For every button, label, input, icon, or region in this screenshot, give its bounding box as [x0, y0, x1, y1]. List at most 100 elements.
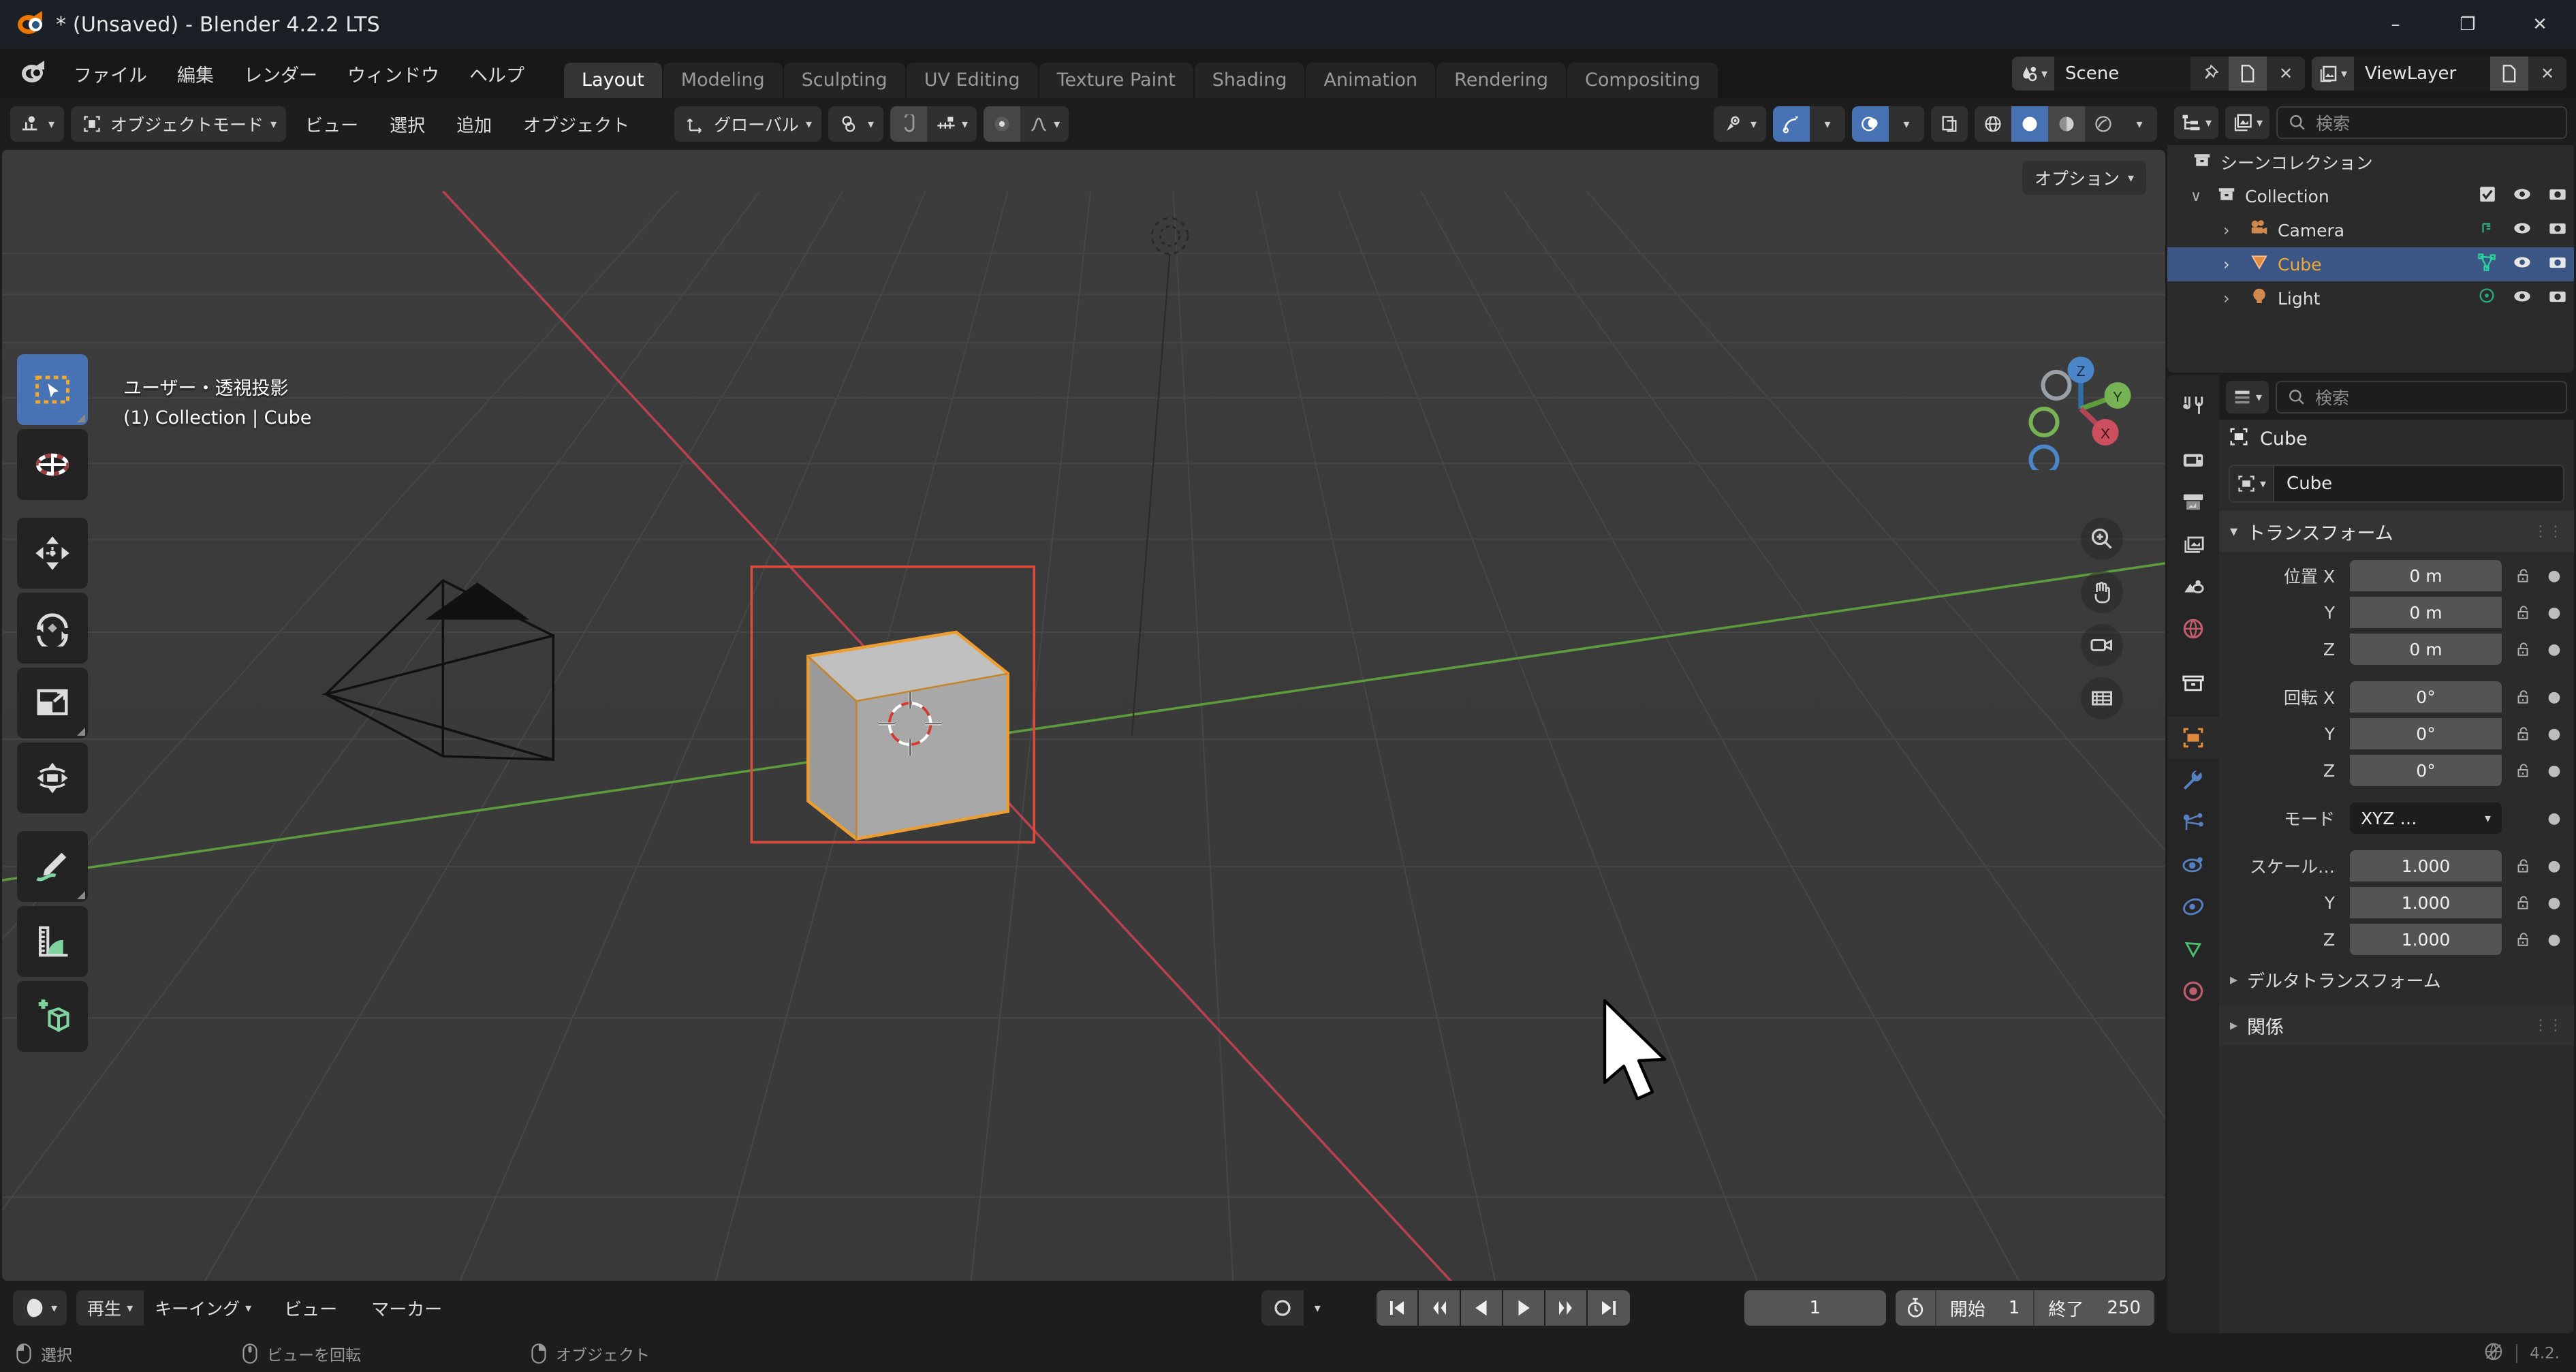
rotation-x-lock-icon[interactable]: [2509, 688, 2537, 706]
outliner-row-light[interactable]: › Light: [2167, 281, 2574, 315]
menu-window[interactable]: ウィンドウ: [332, 55, 454, 93]
shading-rendered-icon[interactable]: [2085, 106, 2122, 142]
frame-start-field[interactable]: 開始 1: [1934, 1290, 2034, 1326]
chevron-down-icon[interactable]: ∨: [2190, 188, 2208, 205]
blender-menu-icon[interactable]: [19, 58, 50, 89]
jump-to-end-button[interactable]: [1587, 1290, 1630, 1326]
tab-modifier[interactable]: [2167, 759, 2219, 801]
object-name-value[interactable]: Cube: [2273, 465, 2564, 503]
collection-visibility-icon[interactable]: [2513, 185, 2532, 208]
snap-settings-icon[interactable]: ▾: [927, 106, 977, 142]
tool-cursor[interactable]: [17, 429, 88, 500]
object-name-field[interactable]: ▾ Cube: [2229, 465, 2564, 503]
rotation-y-animate-dot[interactable]: ●: [2544, 726, 2564, 743]
tab-object-data[interactable]: [2167, 928, 2219, 970]
tab-output[interactable]: [2167, 481, 2219, 523]
perspective-ortho-icon[interactable]: [2081, 677, 2123, 719]
scale-y-animate-dot[interactable]: ●: [2544, 894, 2564, 911]
scale-z-value[interactable]: 1.000: [2350, 924, 2502, 955]
overlay-settings-chevron[interactable]: ▾: [1889, 106, 1924, 142]
location-z-animate-dot[interactable]: ●: [2544, 641, 2564, 658]
snap-magnet-icon[interactable]: [890, 106, 928, 142]
scale-x-value[interactable]: 1.000: [2350, 850, 2502, 882]
xray-toggle-icon[interactable]: [1931, 106, 1968, 142]
pivot-point-selector[interactable]: ▾: [828, 106, 884, 142]
viewport-menu-add[interactable]: 追加: [444, 106, 504, 142]
relations-panel-header[interactable]: ▸ 関係 ⋮⋮: [2219, 1005, 2574, 1046]
rotation-z-value[interactable]: 0°: [2350, 755, 2502, 786]
viewlayer-icon[interactable]: ▾: [2312, 57, 2354, 91]
collection-render-icon[interactable]: [2548, 185, 2567, 208]
rotation-z-lock-icon[interactable]: [2509, 762, 2537, 779]
viewport-menu-object[interactable]: オブジェクト: [511, 106, 642, 142]
properties-editor-type[interactable]: ▾: [2226, 381, 2269, 414]
scale-x-lock-icon[interactable]: [2509, 857, 2537, 875]
shading-wireframe-icon[interactable]: [1975, 106, 2011, 142]
viewlayer-new-icon[interactable]: [2490, 57, 2528, 91]
tab-collection[interactable]: [2167, 662, 2219, 704]
workspace-tab-layout[interactable]: Layout: [564, 63, 662, 98]
light-render-icon[interactable]: [2548, 287, 2567, 310]
timeline-editor-type[interactable]: ▾: [13, 1290, 67, 1326]
location-x-value[interactable]: 0 m: [2350, 560, 2502, 591]
menu-help[interactable]: ヘルプ: [454, 55, 539, 93]
minimize-button[interactable]: –: [2359, 0, 2432, 49]
timeline-menu-marker[interactable]: マーカー: [359, 1290, 454, 1326]
rotation-y-lock-icon[interactable]: [2509, 725, 2537, 743]
workspace-tab-rendering[interactable]: Rendering: [1436, 63, 1567, 98]
scene-selector[interactable]: ▾ Scene ✕: [2012, 57, 2305, 91]
location-y-value[interactable]: 0 m: [2350, 597, 2502, 628]
tool-scale[interactable]: [17, 668, 88, 738]
tab-constraints[interactable]: [2167, 886, 2219, 928]
delta-transform-panel-header[interactable]: ▸ デルタトランスフォーム: [2219, 958, 2574, 1002]
scale-z-lock-icon[interactable]: [2509, 931, 2537, 948]
tab-material[interactable]: [2167, 970, 2219, 1012]
scale-x-animate-dot[interactable]: ●: [2544, 858, 2564, 875]
navigation-gizmo[interactable]: Z Y X: [2020, 347, 2142, 470]
overlays-toggle-icon[interactable]: [1852, 106, 1889, 142]
auto-keying-toggle[interactable]: [1261, 1290, 1304, 1326]
tab-world[interactable]: [2167, 608, 2219, 650]
object-mode-selector[interactable]: オブジェクトモード ▾: [71, 106, 287, 142]
location-x-lock-icon[interactable]: [2509, 567, 2537, 584]
editor-type-selector[interactable]: ▾: [10, 106, 65, 142]
viewport-menu-view[interactable]: ビュー: [293, 106, 371, 142]
tool-move[interactable]: [17, 518, 88, 589]
cube-visibility-icon[interactable]: [2513, 253, 2532, 276]
light-data-icon[interactable]: [2477, 287, 2496, 310]
play-button[interactable]: [1503, 1290, 1545, 1326]
transform-panel-header[interactable]: ▾ トランスフォーム ⋮⋮: [2219, 511, 2574, 552]
proportional-edit-icon[interactable]: [984, 106, 1021, 142]
viewlayer-unlink-button[interactable]: ✕: [2528, 57, 2566, 91]
tab-particles[interactable]: [2167, 801, 2219, 843]
object-id-icon[interactable]: ▾: [2229, 465, 2274, 503]
workspace-tab-compositing[interactable]: Compositing: [1567, 63, 1718, 98]
timeline-keying-menu[interactable]: キーイング ▾: [144, 1290, 263, 1326]
current-frame-field[interactable]: 1: [1744, 1290, 1886, 1326]
tool-transform[interactable]: [17, 743, 88, 813]
camera-view-icon[interactable]: [2081, 624, 2123, 666]
previous-keyframe-button[interactable]: [1418, 1290, 1461, 1326]
camera-visibility-icon[interactable]: [2513, 219, 2532, 242]
viewport-canvas[interactable]: [2, 150, 2165, 1281]
timeline-playback-menu[interactable]: 再生 ▾: [76, 1290, 144, 1326]
outliner-row-collection[interactable]: ∨ Collection: [2167, 179, 2574, 213]
rotation-x-animate-dot[interactable]: ●: [2544, 689, 2564, 706]
falloff-curve-icon[interactable]: ▾: [1020, 106, 1069, 142]
tab-view-layer[interactable]: [2167, 523, 2219, 565]
tool-select-box[interactable]: [17, 354, 88, 425]
scene-icon[interactable]: ▾: [2012, 57, 2054, 91]
viewport-options-button[interactable]: オプション ▾: [2022, 161, 2146, 195]
mesh-data-icon[interactable]: [2477, 253, 2496, 276]
chevron-right-icon[interactable]: ›: [2223, 255, 2241, 274]
pan-hand-icon[interactable]: [2081, 571, 2123, 613]
outliner-display-mode[interactable]: ▾: [2225, 106, 2270, 139]
rotation-mode-select[interactable]: XYZ … ▾: [2350, 802, 2502, 834]
scale-z-animate-dot[interactable]: ●: [2544, 931, 2564, 948]
workspace-tab-modeling[interactable]: Modeling: [663, 63, 783, 98]
tool-add-cube[interactable]: [17, 981, 88, 1052]
next-keyframe-button[interactable]: [1545, 1290, 1588, 1326]
menu-edit[interactable]: 編集: [162, 55, 229, 93]
zoom-icon[interactable]: [2081, 518, 2123, 560]
tool-annotate[interactable]: [17, 831, 88, 902]
